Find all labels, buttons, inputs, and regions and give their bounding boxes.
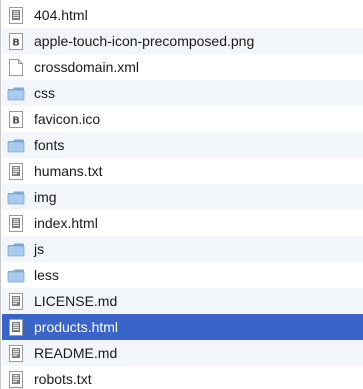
file-name: css (34, 85, 55, 101)
folder-icon (7, 84, 25, 102)
svg-text:B: B (12, 115, 20, 126)
file-name: index.html (34, 215, 98, 231)
blank-document-icon (7, 58, 25, 76)
file-row[interactable]: index.html (2, 210, 363, 236)
file-name: apple-touch-icon-precomposed.png (34, 33, 255, 49)
file-row[interactable]: js (2, 236, 363, 262)
file-row[interactable]: README.md (2, 340, 363, 366)
html-document-icon (7, 318, 25, 336)
file-row[interactable]: Bapple-touch-icon-precomposed.png (2, 28, 363, 54)
folder-icon (7, 136, 25, 154)
text-document-icon (7, 292, 25, 310)
text-document-icon (7, 344, 25, 362)
image-file-icon: B (7, 32, 25, 50)
html-document-icon (7, 214, 25, 232)
file-row[interactable]: crossdomain.xml (2, 54, 363, 80)
file-row[interactable]: css (2, 80, 363, 106)
file-name: humans.txt (34, 163, 103, 179)
file-row[interactable]: 404.html (2, 2, 363, 28)
text-document-icon (7, 162, 25, 180)
file-row[interactable]: LICENSE.md (2, 288, 363, 314)
file-name: crossdomain.xml (34, 59, 140, 75)
image-file-icon: B (7, 110, 25, 128)
file-name: js (34, 241, 45, 257)
file-row[interactable]: humans.txt (2, 158, 363, 184)
folder-icon (7, 240, 25, 258)
file-row[interactable]: img (2, 184, 363, 210)
file-row[interactable]: less (2, 262, 363, 288)
file-name: 404.html (34, 7, 88, 23)
text-document-icon (7, 370, 25, 388)
file-row[interactable]: robots.txt (2, 366, 363, 389)
file-row[interactable]: products.html (2, 314, 363, 340)
file-name: robots.txt (34, 371, 92, 387)
file-name: README.md (34, 345, 118, 361)
file-name: fonts (34, 137, 65, 153)
file-name: less (34, 267, 59, 283)
file-name: img (34, 189, 57, 205)
file-list: 404.html Bapple-touch-icon-precomposed.pn… (0, 0, 363, 389)
file-name: LICENSE.md (34, 293, 118, 309)
svg-text:B: B (12, 37, 20, 48)
folder-icon (7, 188, 25, 206)
file-row[interactable]: fonts (2, 132, 363, 158)
file-name: favicon.ico (34, 111, 101, 127)
file-name: products.html (34, 319, 119, 335)
html-document-icon (7, 6, 25, 24)
file-row[interactable]: Bfavicon.ico (2, 106, 363, 132)
folder-icon (7, 266, 25, 284)
